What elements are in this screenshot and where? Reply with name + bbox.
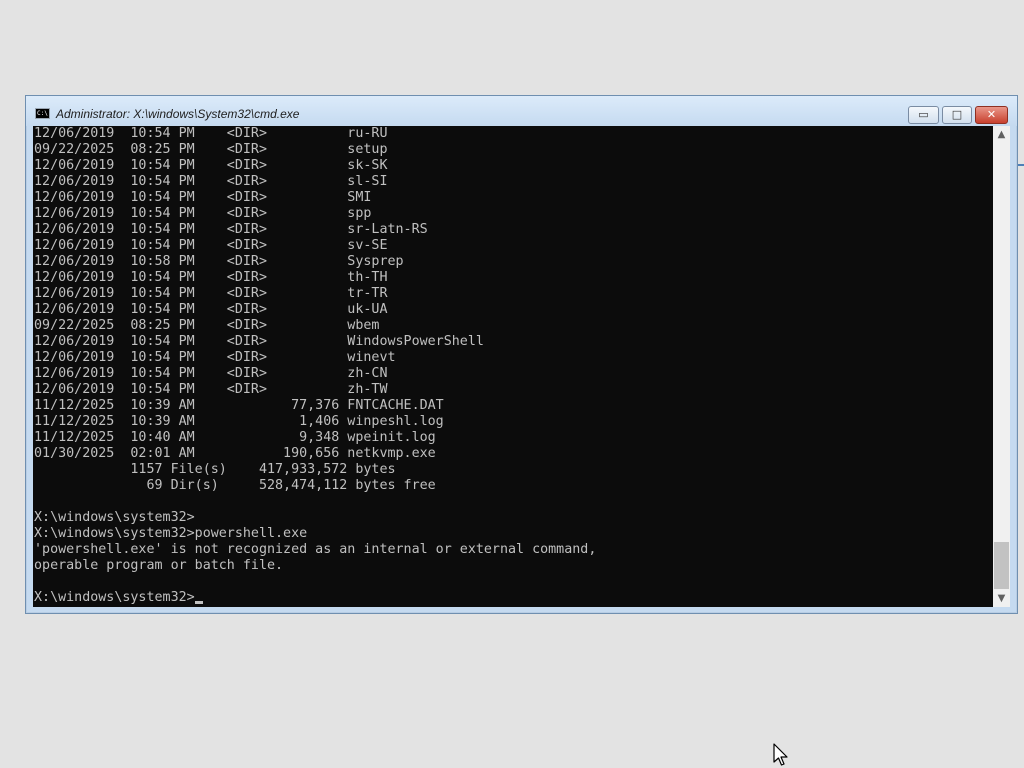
console-line: 12/06/2019 10:54 PM <DIR> tr-TR bbox=[34, 286, 388, 301]
minimize-icon: ▭ bbox=[918, 108, 929, 121]
console-line: 12/06/2019 10:54 PM <DIR> SMI bbox=[34, 190, 372, 205]
console-line: X:\windows\system32> bbox=[34, 510, 195, 525]
close-button[interactable]: ✕ bbox=[975, 106, 1008, 124]
console-line: operable program or batch file. bbox=[34, 558, 284, 573]
console-line: 12/06/2019 10:54 PM <DIR> WindowsPowerSh… bbox=[34, 334, 484, 349]
close-icon: ✕ bbox=[986, 108, 997, 121]
console-line: 12/06/2019 10:54 PM <DIR> sl-SI bbox=[34, 174, 388, 189]
console-line: 12/06/2019 10:54 PM <DIR> zh-TW bbox=[34, 382, 388, 397]
scrollbar-thumb[interactable] bbox=[994, 542, 1009, 589]
minimize-button[interactable]: ▭ bbox=[908, 106, 939, 124]
window-title: Administrator: X:\windows\System32\cmd.e… bbox=[56, 107, 300, 121]
console-line: 09/22/2025 08:25 PM <DIR> setup bbox=[34, 142, 388, 157]
console-line: 11/12/2025 10:39 AM 77,376 FNTCACHE.DAT bbox=[34, 398, 444, 413]
maximize-button[interactable]: □ bbox=[942, 106, 972, 124]
console-line: 12/06/2019 10:54 PM <DIR> sv-SE bbox=[34, 238, 388, 253]
console-line: 69 Dir(s) 528,474,112 bytes free bbox=[34, 478, 436, 493]
console-line: 12/06/2019 10:54 PM <DIR> sk-SK bbox=[34, 158, 388, 173]
cmd-icon[interactable]: C:\ bbox=[35, 108, 50, 119]
console-output[interactable]: 12/06/2019 10:54 PM <DIR> ru-RU 09/22/20… bbox=[33, 126, 993, 607]
mouse-pointer-icon bbox=[773, 743, 789, 768]
title-bar[interactable]: C:\ Administrator: X:\windows\System32\c… bbox=[26, 96, 1017, 126]
console-line: 12/06/2019 10:54 PM <DIR> winevt bbox=[34, 350, 396, 365]
console-lines: 12/06/2019 10:54 PM <DIR> ru-RU 09/22/20… bbox=[34, 126, 596, 606]
console-line: 12/06/2019 10:54 PM <DIR> sr-Latn-RS bbox=[34, 222, 428, 237]
console-line: 09/22/2025 08:25 PM <DIR> wbem bbox=[34, 318, 380, 333]
console-line: 12/06/2019 10:58 PM <DIR> Sysprep bbox=[34, 254, 404, 269]
console-line: 1157 File(s) 417,933,572 bytes bbox=[34, 462, 396, 477]
console-line: 11/12/2025 10:39 AM 1,406 winpeshl.log bbox=[34, 414, 444, 429]
console-line: 12/06/2019 10:54 PM <DIR> zh-CN bbox=[34, 366, 388, 381]
console-line: 'powershell.exe' is not recognized as an… bbox=[34, 542, 597, 557]
cmd-window[interactable]: C:\ Administrator: X:\windows\System32\c… bbox=[25, 95, 1018, 614]
vertical-scrollbar[interactable]: ▲ ▼ bbox=[993, 126, 1010, 607]
scroll-down-button[interactable]: ▼ bbox=[993, 590, 1010, 607]
command-prompt: X:\windows\system32> bbox=[34, 590, 195, 605]
console-line: 12/06/2019 10:54 PM <DIR> ru-RU bbox=[34, 126, 388, 141]
console-line: 01/30/2025 02:01 AM 190,656 netkvmp.exe bbox=[34, 446, 436, 461]
text-cursor bbox=[194, 601, 203, 604]
console-line: 11/12/2025 10:40 AM 9,348 wpeinit.log bbox=[34, 430, 436, 445]
chevron-up-icon: ▲ bbox=[997, 129, 1006, 140]
desktop: C:\ Administrator: X:\windows\System32\c… bbox=[0, 0, 1024, 768]
scroll-up-button[interactable]: ▲ bbox=[993, 126, 1010, 143]
command-prompt-line[interactable]: X:\windows\system32> bbox=[34, 590, 596, 606]
console-line: 12/06/2019 10:54 PM <DIR> th-TH bbox=[34, 270, 388, 285]
console-line: 12/06/2019 10:54 PM <DIR> spp bbox=[34, 206, 372, 221]
maximize-icon: □ bbox=[951, 108, 963, 121]
chevron-down-icon: ▼ bbox=[997, 593, 1006, 604]
console-line: 12/06/2019 10:54 PM <DIR> uk-UA bbox=[34, 302, 388, 317]
console-line: X:\windows\system32>powershell.exe bbox=[34, 526, 308, 541]
